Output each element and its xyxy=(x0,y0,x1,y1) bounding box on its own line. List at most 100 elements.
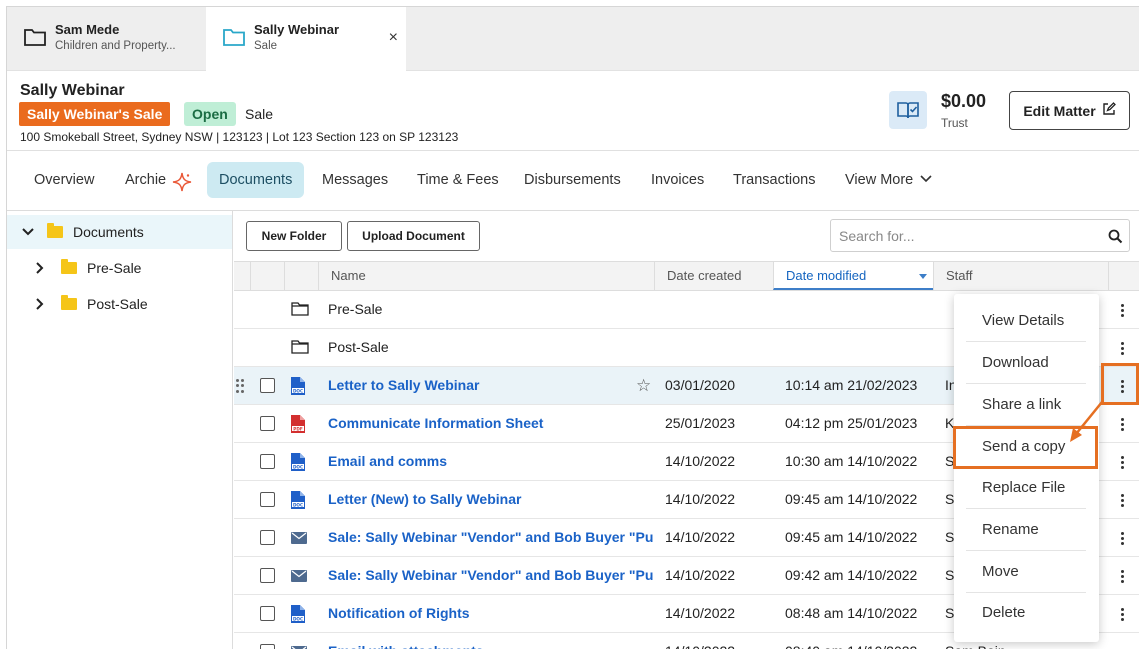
folder-outline-icon xyxy=(291,339,309,358)
document-name[interactable]: Email and comms xyxy=(328,443,656,480)
document-name[interactable]: Communicate Information Sheet xyxy=(328,405,656,442)
document-name[interactable]: Notification of Rights xyxy=(328,595,656,632)
column-type[interactable] xyxy=(284,262,318,290)
row-checkbox[interactable] xyxy=(260,606,275,621)
document-name[interactable]: Post-Sale xyxy=(328,329,656,366)
matter-type: Sale xyxy=(245,106,274,122)
row-menu-icon[interactable] xyxy=(1114,337,1130,359)
word-doc-icon: DOC xyxy=(291,491,305,512)
row-checkbox[interactable] xyxy=(260,530,275,545)
table-header: Name Date created Date modified Staff xyxy=(234,261,1139,291)
matter-address: 100 Smokeball Street, Sydney NSW | 12312… xyxy=(20,130,459,144)
document-name[interactable]: Sale: Sally Webinar "Vendor" and Bob Buy… xyxy=(328,519,656,556)
star-icon[interactable]: ☆ xyxy=(636,367,651,404)
menu-item-view-details[interactable]: View Details xyxy=(966,300,1086,342)
matter-header: Sally Webinar Sally Webinar's Sale Open … xyxy=(7,71,1139,151)
menu-item-delete[interactable]: Delete xyxy=(966,592,1086,634)
column-date-created[interactable]: Date created xyxy=(654,262,774,290)
tab-view-more[interactable]: View More xyxy=(833,162,945,198)
menu-item-move[interactable]: Move xyxy=(966,551,1086,593)
folder-tree: Documents Pre-Sale Post-Sale xyxy=(7,211,233,649)
folder-icon xyxy=(61,259,77,274)
word-doc-icon: DOC xyxy=(291,377,305,398)
column-staff[interactable]: Staff xyxy=(933,262,1108,290)
tab-disbursements[interactable]: Disbursements xyxy=(512,162,633,198)
document-name[interactable]: Letter (New) to Sally Webinar xyxy=(328,481,656,518)
tab-time-fees[interactable]: Time & Fees xyxy=(405,162,511,198)
row-menu-icon[interactable] xyxy=(1114,451,1130,473)
row-checkbox[interactable] xyxy=(260,416,275,431)
document-name[interactable]: Letter to Sally Webinar xyxy=(328,367,628,404)
tab-transactions[interactable]: Transactions xyxy=(721,162,827,198)
row-menu-icon[interactable] xyxy=(1114,565,1130,587)
row-menu-icon[interactable] xyxy=(1114,603,1130,625)
word-doc-icon: DOC xyxy=(291,605,305,626)
chevron-right-icon[interactable] xyxy=(35,261,55,275)
date-created: 14/10/2022 xyxy=(665,567,736,583)
chevron-right-icon[interactable] xyxy=(35,297,55,311)
documents-toolbar: New Folder Upload Document xyxy=(234,211,1139,261)
document-name[interactable]: Pre-Sale xyxy=(328,291,656,328)
search-input[interactable] xyxy=(830,219,1130,252)
date-modified: 09:45 am 14/10/2022 xyxy=(785,491,918,507)
drag-handle-icon[interactable] xyxy=(236,379,246,393)
word-doc-icon: DOC xyxy=(291,453,305,474)
row-checkbox[interactable] xyxy=(260,454,275,469)
row-checkbox[interactable] xyxy=(260,568,275,583)
column-actions xyxy=(1108,262,1139,290)
tree-item-pre-sale[interactable]: Pre-Sale xyxy=(7,251,232,285)
row-checkbox[interactable] xyxy=(260,644,275,649)
pdf-icon: PDF xyxy=(291,415,305,436)
svg-text:DOC: DOC xyxy=(293,502,303,507)
tree-item-label: Pre-Sale xyxy=(87,260,142,276)
folder-outline-icon xyxy=(291,301,309,320)
chevron-down-icon[interactable] xyxy=(21,227,41,237)
row-checkbox[interactable] xyxy=(260,492,275,507)
row-menu-icon[interactable] xyxy=(1114,413,1130,435)
date-created: 14/10/2022 xyxy=(665,529,736,545)
date-modified: 09:42 am 14/10/2022 xyxy=(785,567,918,583)
new-folder-button[interactable]: New Folder xyxy=(246,221,342,251)
search-icon[interactable] xyxy=(1108,229,1123,247)
sparkle-icon xyxy=(172,170,192,206)
upload-document-button[interactable]: Upload Document xyxy=(347,221,480,251)
folder-icon xyxy=(47,223,63,238)
close-tab-icon[interactable]: × xyxy=(389,29,398,47)
document-name[interactable]: Email with attachments xyxy=(328,633,656,649)
column-select[interactable] xyxy=(250,262,284,290)
date-created: 14/10/2022 xyxy=(665,453,736,469)
column-date-modified[interactable]: Date modified xyxy=(773,262,933,290)
row-menu-icon[interactable] xyxy=(1114,489,1130,511)
tab-label: Archie xyxy=(125,172,167,188)
column-name[interactable]: Name xyxy=(318,262,654,290)
date-created: 14/10/2022 xyxy=(665,491,736,507)
folder-icon xyxy=(23,27,47,50)
menu-item-download[interactable]: Download xyxy=(966,342,1086,384)
matter-tab-strip: Sam Mede Children and Property... Sally … xyxy=(7,7,1139,72)
tab-archie[interactable]: Archie xyxy=(113,162,204,198)
tree-item-documents[interactable]: Documents xyxy=(7,215,232,249)
tab-invoices[interactable]: Invoices xyxy=(639,162,716,198)
tab-messages[interactable]: Messages xyxy=(310,162,400,198)
tree-item-label: Post-Sale xyxy=(87,296,148,312)
row-menu-icon[interactable] xyxy=(1114,299,1130,321)
email-icon xyxy=(291,531,307,547)
tab-overview[interactable]: Overview xyxy=(22,162,106,198)
matter-nav: Overview Archie Documents Messages Time … xyxy=(7,151,1139,211)
tab-documents[interactable]: Documents xyxy=(207,162,305,198)
date-modified: 08:40 am 14/10/2022 xyxy=(785,633,935,649)
tree-item-post-sale[interactable]: Post-Sale xyxy=(7,287,232,321)
tab-sally-webinar[interactable]: Sally Webinar Sale × xyxy=(206,7,406,72)
date-modified: 09:45 am 14/10/2022 xyxy=(785,529,918,545)
menu-item-rename[interactable]: Rename xyxy=(966,509,1086,551)
document-name[interactable]: Sale: Sally Webinar "Vendor" and Bob Buy… xyxy=(328,557,656,594)
edit-matter-button[interactable]: Edit Matter xyxy=(1009,91,1130,130)
trust-label: Trust xyxy=(941,116,968,130)
tab-sam-mede[interactable]: Sam Mede Children and Property... xyxy=(7,7,206,71)
folder-icon xyxy=(61,295,77,310)
row-menu-icon[interactable] xyxy=(1114,527,1130,549)
menu-item-replace-file[interactable]: Replace File xyxy=(966,467,1086,509)
trust-amount: $0.00 xyxy=(941,91,987,111)
row-checkbox[interactable] xyxy=(260,378,275,393)
trust-book-icon[interactable] xyxy=(889,91,927,129)
